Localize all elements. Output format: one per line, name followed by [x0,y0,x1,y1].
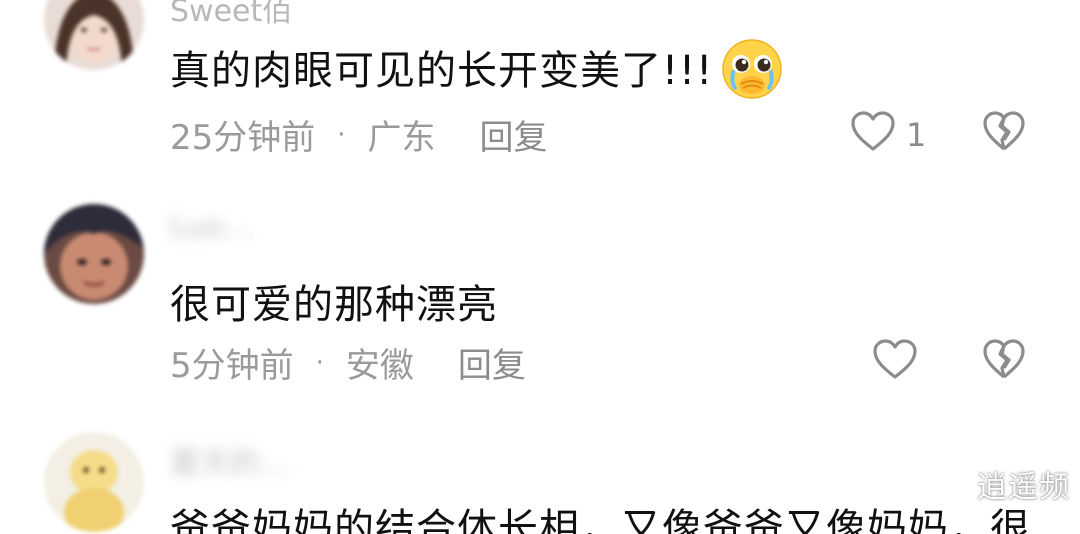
username[interactable]: 夏天的… [170,438,290,482]
avatar[interactable] [44,204,144,304]
dislike-button[interactable] [982,338,1026,384]
comment-meta: 25分钟前 · 广东 回复 [170,110,548,159]
dislike-button[interactable] [982,110,1026,156]
avatar[interactable] [44,432,144,532]
comment-location: 安徽 [345,346,414,386]
heart-icon [872,338,918,388]
meta-separator: · [315,347,324,378]
comment-time: 5分钟前 [170,346,294,386]
reply-button[interactable]: 回复 [480,110,548,159]
comment-text-content: 真的肉眼可见的长开变美了!!! [170,48,714,94]
avatar[interactable] [44,0,144,70]
comment-meta: 5分钟前 · 安徽 回复 [170,338,526,387]
like-button[interactable]: 1 [850,110,926,160]
username[interactable]: Luo… [170,210,254,245]
comment-location: 广东 [367,118,436,158]
reply-button[interactable]: 回复 [458,338,526,387]
comment-text: 爸爸妈妈的结合体长相，又像爸爸又像妈妈，很 [170,506,1031,534]
heart-icon [850,110,896,160]
like-count: 1 [906,116,927,154]
username[interactable]: Sweet佰 [170,0,292,30]
comment-text: 很可爱的那种漂亮 [170,282,498,328]
comment-list: Sweet佰 真的肉眼可见的长开变美了!!! 25分钟前 · 广东 回复 1 L… [0,0,1080,534]
broken-heart-icon [982,111,1026,156]
comment-text: 真的肉眼可见的长开变美了!!! [170,38,783,104]
like-button[interactable] [872,338,918,388]
watermark: 逍遥频 [977,470,1070,505]
broken-heart-icon [982,339,1026,384]
comment-time: 25分钟前 [170,118,316,158]
pleading-face-emoji-icon [721,38,783,100]
meta-separator: · [337,119,346,150]
